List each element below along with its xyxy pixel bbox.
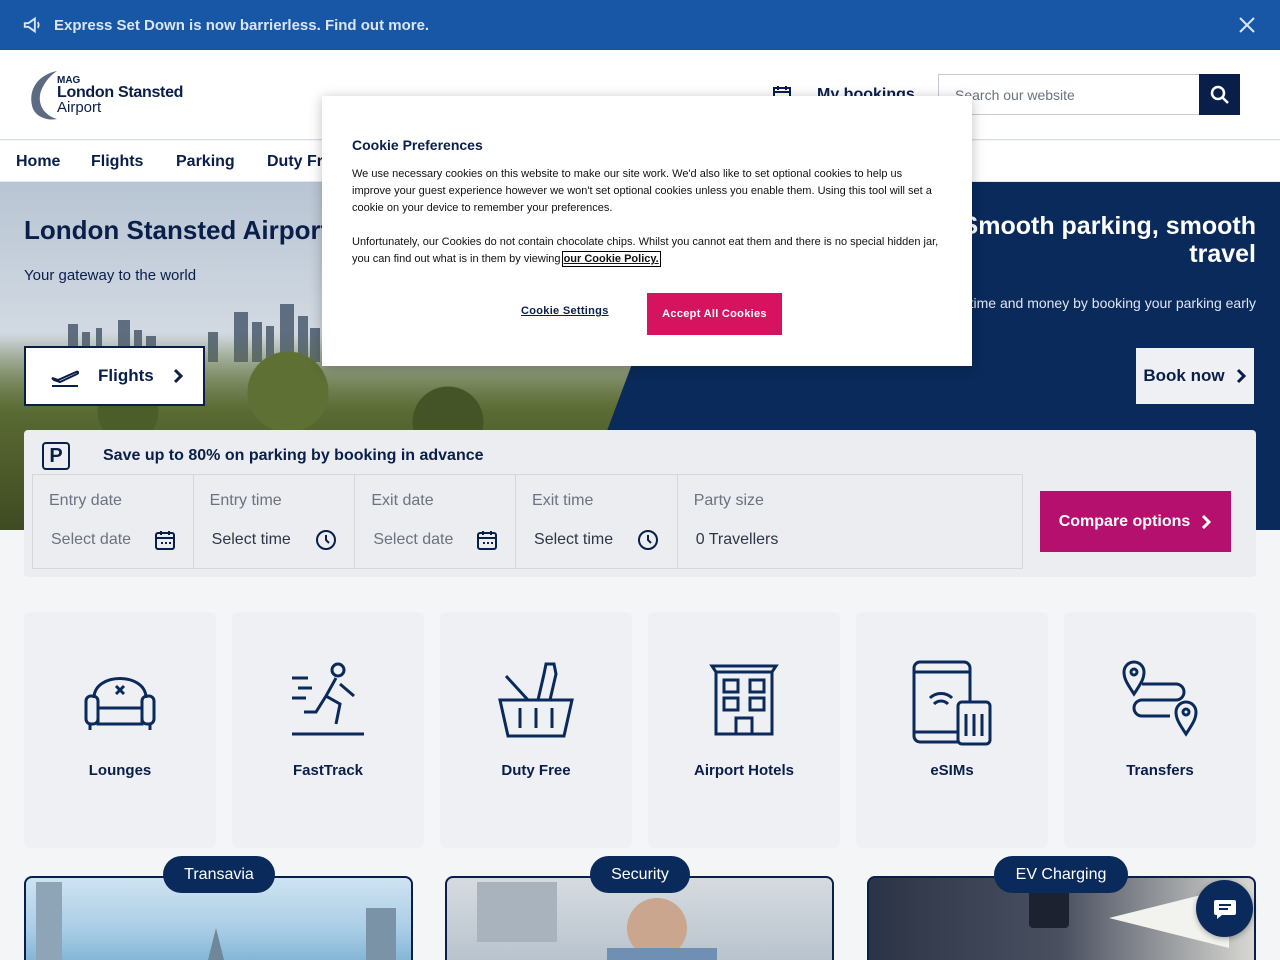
field-label: Party size	[693, 492, 764, 509]
chevron-right-icon	[1202, 514, 1212, 529]
promo-text: ve time and money by booking your parkin…	[950, 295, 1256, 311]
field-value: Select time	[211, 531, 291, 548]
nav-item-home[interactable]: Home	[16, 153, 60, 171]
banner-text[interactable]: Express Set Down is now barrierless. Fin…	[54, 17, 429, 34]
service-duty-free[interactable]: Duty Free	[440, 612, 632, 848]
clock-icon	[638, 530, 659, 550]
exit-time-field[interactable]: Exit time Select time	[516, 475, 678, 568]
hotel-icon	[709, 664, 779, 736]
service-fasttrack[interactable]: FastTrack	[232, 612, 424, 848]
card-label-pill[interactable]: EV Charging	[994, 856, 1128, 893]
logo-line2: Airport	[57, 99, 102, 116]
nav-item-duty-free[interactable]: Duty Fr	[267, 153, 323, 171]
hero-subtitle: Your gateway to the world	[24, 267, 197, 284]
megaphone-icon	[23, 16, 40, 34]
search-input[interactable]	[938, 74, 1200, 115]
nav-item-flights[interactable]: Flights	[91, 153, 143, 171]
chat-bubble-icon	[1213, 899, 1236, 919]
field-value: 0 Travellers	[695, 531, 779, 548]
field-label: Entry date	[49, 492, 122, 509]
search-icon	[1210, 85, 1229, 104]
cookie-policy-link[interactable]: our Cookie Policy.	[561, 251, 661, 267]
field-value: Select time	[534, 531, 614, 548]
cookie-paragraph-2: Unfortunately, our Cookies do not contai…	[352, 234, 944, 268]
service-label: Transfers	[1126, 762, 1194, 779]
chevron-right-icon	[173, 368, 183, 384]
service-label: Lounges	[88, 762, 152, 779]
service-airport-hotels[interactable]: Airport Hotels	[648, 612, 840, 848]
entry-time-field[interactable]: Entry time Select time	[194, 475, 356, 568]
field-value: Select date	[373, 531, 454, 548]
book-now-label: Book now	[1143, 366, 1225, 385]
cookie-paragraph-1: We use necessary cookies on this website…	[352, 168, 932, 214]
service-label: FastTrack	[292, 762, 364, 779]
plane-takeoff-icon	[51, 370, 80, 387]
compare-options-button[interactable]: Compare options	[1040, 491, 1231, 552]
flights-button[interactable]: Flights	[24, 346, 205, 406]
service-label: eSIMs	[930, 762, 974, 779]
service-label: Airport Hotels	[693, 762, 794, 779]
site-logo[interactable]: MAG London Stansted Airport	[27, 69, 197, 121]
running-person-icon	[292, 662, 364, 736]
close-icon[interactable]	[1238, 16, 1256, 34]
flights-button-label: Flights	[98, 366, 154, 385]
feature-cards: Transavia Security EV Charging	[0, 856, 1280, 960]
card-label-pill[interactable]: Security	[590, 856, 690, 893]
armchair-icon	[84, 677, 156, 730]
chevron-right-icon	[1236, 368, 1246, 384]
nav-item-parking[interactable]: Parking	[176, 153, 235, 171]
chat-button[interactable]	[1196, 880, 1253, 937]
entry-date-field[interactable]: Entry date Select date	[33, 475, 194, 568]
field-label: Exit date	[371, 492, 434, 509]
service-transfers[interactable]: Transfers	[1064, 612, 1256, 848]
cookie-dialog-title: Cookie Preferences	[352, 137, 483, 153]
basket-icon	[498, 662, 574, 738]
services-grid: Lounges FastTrack Duty Free Airport Hote…	[0, 612, 1280, 848]
exit-date-field[interactable]: Exit date Select date	[355, 475, 517, 568]
service-lounges[interactable]: Lounges	[24, 612, 216, 848]
search-button[interactable]	[1199, 74, 1240, 115]
clock-icon	[315, 530, 336, 550]
field-label: Entry time	[209, 492, 282, 509]
compare-options-label: Compare options	[1058, 512, 1191, 530]
field-value: Select date	[51, 531, 132, 548]
hero-title: London Stansted Airport	[24, 215, 330, 245]
announcement-banner[interactable]: Express Set Down is now barrierless. Fin…	[0, 0, 1280, 50]
card-label-pill[interactable]: Transavia	[163, 856, 275, 893]
party-size-field[interactable]: Party size 0 Travellers	[678, 475, 1022, 568]
cookie-settings-button[interactable]: Cookie Settings	[521, 305, 609, 317]
book-now-button[interactable]: Book now	[1136, 348, 1254, 404]
esim-icon	[912, 660, 992, 746]
parking-icon: P	[42, 442, 70, 470]
parking-heading: Save up to 80% on parking by booking in …	[103, 447, 484, 464]
route-icon	[1122, 660, 1198, 737]
cookie-preferences-dialog: Cookie Preferences We use necessary cook…	[322, 96, 972, 366]
field-label: Exit time	[532, 492, 594, 509]
service-label: Duty Free	[501, 762, 571, 779]
calendar-icon	[477, 531, 498, 550]
calendar-icon	[155, 531, 175, 550]
accept-all-cookies-button[interactable]: Accept All Cookies	[647, 293, 782, 335]
parking-booking-widget: P Save up to 80% on parking by booking i…	[24, 430, 1256, 577]
parking-fields: Entry date Select date Entry time Select…	[32, 474, 1023, 569]
service-esims[interactable]: eSIMs	[856, 612, 1048, 848]
